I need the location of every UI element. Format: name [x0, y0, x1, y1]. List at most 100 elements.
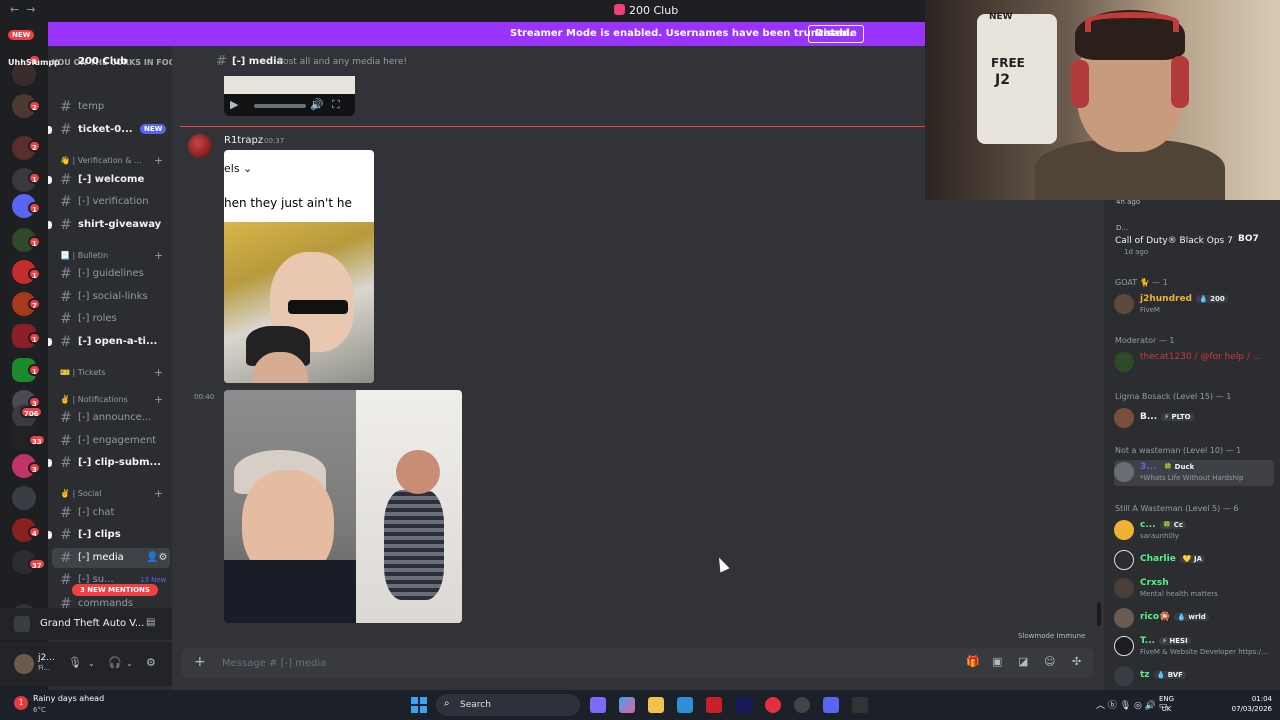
category-social[interactable]: ✌️ | Social	[60, 489, 101, 498]
hash-icon: #	[60, 505, 72, 521]
volume-icon[interactable]: 🔊	[310, 98, 324, 111]
acrobat-app-icon[interactable]	[706, 697, 722, 713]
gift-icon[interactable]: 🎁	[966, 655, 980, 668]
disable-streamer-mode-button[interactable]: Disable	[808, 25, 864, 43]
member-name-text: tz	[1140, 670, 1150, 680]
apps-icon[interactable]: ✣	[1072, 655, 1081, 668]
channel-topic[interactable]: Post all and any media here!	[278, 57, 407, 67]
category-bulletin[interactable]: 📃 | Bulletin	[60, 251, 108, 260]
avatar[interactable]	[188, 134, 212, 158]
teams-app-icon[interactable]	[590, 697, 606, 713]
discord-app-icon[interactable]	[823, 697, 839, 713]
channel-announcements[interactable]: # [-] announce...	[52, 408, 170, 428]
channel-open-a-ticket[interactable]: # [-] open-a-ti...	[48, 332, 170, 352]
video-caption: hen they just ain't he	[224, 196, 352, 210]
server-icon-15[interactable]	[12, 486, 36, 510]
member-row[interactable]: tz 💧 BVF	[1114, 664, 1274, 690]
weather-icon[interactable]: 1	[14, 696, 28, 710]
channel-social-links[interactable]: # [-] social-links	[52, 287, 170, 307]
server-badge: 3	[28, 462, 41, 474]
gear-icon[interactable]: ⚙	[146, 656, 156, 669]
copilot-app-icon[interactable]	[619, 697, 635, 713]
category-verification[interactable]: 👋 | Verification & ...	[60, 156, 142, 165]
gif-icon[interactable]: ▣	[992, 655, 1002, 668]
back-arrow-icon[interactable]: ←	[10, 3, 19, 16]
channel-label: [-] media	[78, 552, 124, 563]
edge-app-icon[interactable]	[677, 697, 693, 713]
message-author[interactable]: R1trapz	[224, 135, 263, 146]
video-baby	[396, 450, 440, 494]
video-baby-body	[384, 490, 444, 600]
sticker-icon[interactable]: ◪	[1018, 655, 1028, 668]
clock[interactable]: 01:04 07/03/2026	[1226, 694, 1272, 714]
chevron-down-icon[interactable]: ⌄	[88, 659, 95, 668]
channel-roles[interactable]: # [-] roles	[52, 309, 170, 329]
windows-start-icon[interactable]	[411, 697, 427, 713]
channel-shirt-giveaway[interactable]: # shirt-giveaway	[48, 215, 170, 235]
premiere-app-icon[interactable]	[736, 697, 752, 713]
member-row[interactable]: Charlie 💛 JA	[1114, 548, 1274, 574]
headphones-icon[interactable]: 🎧	[108, 656, 122, 669]
new-mentions-pill[interactable]: 3 NEW MENTIONS	[72, 584, 158, 596]
hash-icon: #	[60, 99, 72, 115]
channel-guidelines[interactable]: # [-] guidelines	[52, 264, 170, 284]
member-row[interactable]: T... ⚡ HESI FiveM & Website Developer htt…	[1114, 634, 1274, 660]
channel-temp[interactable]: # temp	[52, 97, 170, 117]
fullscreen-icon[interactable]: ⛶	[332, 98, 340, 112]
member-row[interactable]: B... ⚡ PLTO	[1114, 406, 1274, 432]
server-badge: 37	[28, 558, 46, 570]
category-tickets[interactable]: 🎫 | Tickets	[60, 368, 106, 377]
attach-plus-icon[interactable]: +	[194, 654, 206, 670]
progress-bar[interactable]	[254, 104, 306, 108]
channel-clip-submissions[interactable]: # [-] clip-subm...	[48, 453, 170, 473]
new-servers-pill[interactable]: NEW	[8, 30, 35, 40]
weather-text[interactable]: Rainy days ahead	[33, 694, 104, 703]
member-row[interactable]: 3... 🍀 Duck *Whats Life Without Hardship	[1114, 460, 1274, 486]
member-row[interactable]: rico🎇 💧 wrld	[1114, 606, 1274, 632]
language-indicator[interactable]: ENG UK	[1159, 694, 1174, 714]
avatar[interactable]	[14, 654, 34, 674]
add-channel-icon[interactable]: +	[154, 393, 163, 406]
video-attachment[interactable]: els ⌄ hen they just ain't he	[224, 150, 374, 383]
channel-clips[interactable]: # [-] clips	[48, 525, 170, 545]
add-channel-icon[interactable]: +	[154, 249, 163, 262]
video-attachment[interactable]	[224, 390, 462, 623]
channel-ticket[interactable]: # ticket-0... NEW	[48, 120, 170, 140]
activity-bar[interactable]: Grand Theft Auto V... ▤	[0, 608, 172, 640]
channel-engagement[interactable]: # [-] engagement	[52, 431, 170, 451]
scrollbar[interactable]	[1097, 602, 1101, 626]
chevron-down-icon[interactable]: ⌄	[126, 659, 133, 668]
channel-media[interactable]: # [-] media 👤⚙	[52, 548, 170, 568]
member-row[interactable]: c... 🍀 Cc saraunh0ly	[1114, 518, 1274, 544]
taskbar-search[interactable]: ⌕ Search	[436, 694, 580, 716]
member-row[interactable]: j2hundred 💧 200 FiveM	[1114, 292, 1274, 318]
server-header[interactable]: UhhSlumpp YOU ON THE CORKS IN FOGO CORKE…	[8, 46, 221, 78]
epic-games-app-icon[interactable]	[852, 697, 868, 713]
category-notifications[interactable]: ✌️ | Notifications	[60, 395, 128, 404]
member-tag: 💧 BVF	[1153, 671, 1186, 679]
nav-arrows[interactable]: ← →	[10, 3, 35, 16]
activity-settings-icon[interactable]: ▤	[146, 617, 155, 628]
forward-arrow-icon[interactable]: →	[26, 3, 35, 16]
member-row[interactable]: Crxsh Mental health matters	[1114, 576, 1274, 602]
avatar	[1114, 608, 1134, 628]
channel-chat[interactable]: # [-] chat	[52, 503, 170, 523]
emoji-icon[interactable]: ☺	[1044, 655, 1055, 668]
add-channel-icon[interactable]: +	[154, 154, 163, 167]
system-tray-icons[interactable]: ︿ ⓑ 🎙 ◎ 🔊 ▭	[1096, 698, 1167, 711]
channel-verification[interactable]: # [-] verification	[52, 192, 170, 212]
opera-app-icon[interactable]	[765, 697, 781, 713]
add-channel-icon[interactable]: +	[154, 366, 163, 379]
file-explorer-icon[interactable]	[648, 697, 664, 713]
hash-icon: #	[216, 54, 227, 69]
member-row[interactable]: thecat1230 / @for help / ...	[1114, 350, 1274, 376]
obs-app-icon[interactable]	[794, 697, 810, 713]
member-name-text: 3...	[1140, 462, 1157, 472]
channel-welcome[interactable]: # [-] welcome	[48, 170, 170, 190]
message-input[interactable]	[222, 654, 922, 672]
add-channel-icon[interactable]: +	[154, 487, 163, 500]
channel-settings-icon[interactable]: 👤⚙	[146, 552, 167, 563]
microphone-icon[interactable]: 🎙	[68, 656, 82, 669]
avatar	[1114, 294, 1134, 314]
play-icon[interactable]: ▶	[230, 98, 238, 111]
